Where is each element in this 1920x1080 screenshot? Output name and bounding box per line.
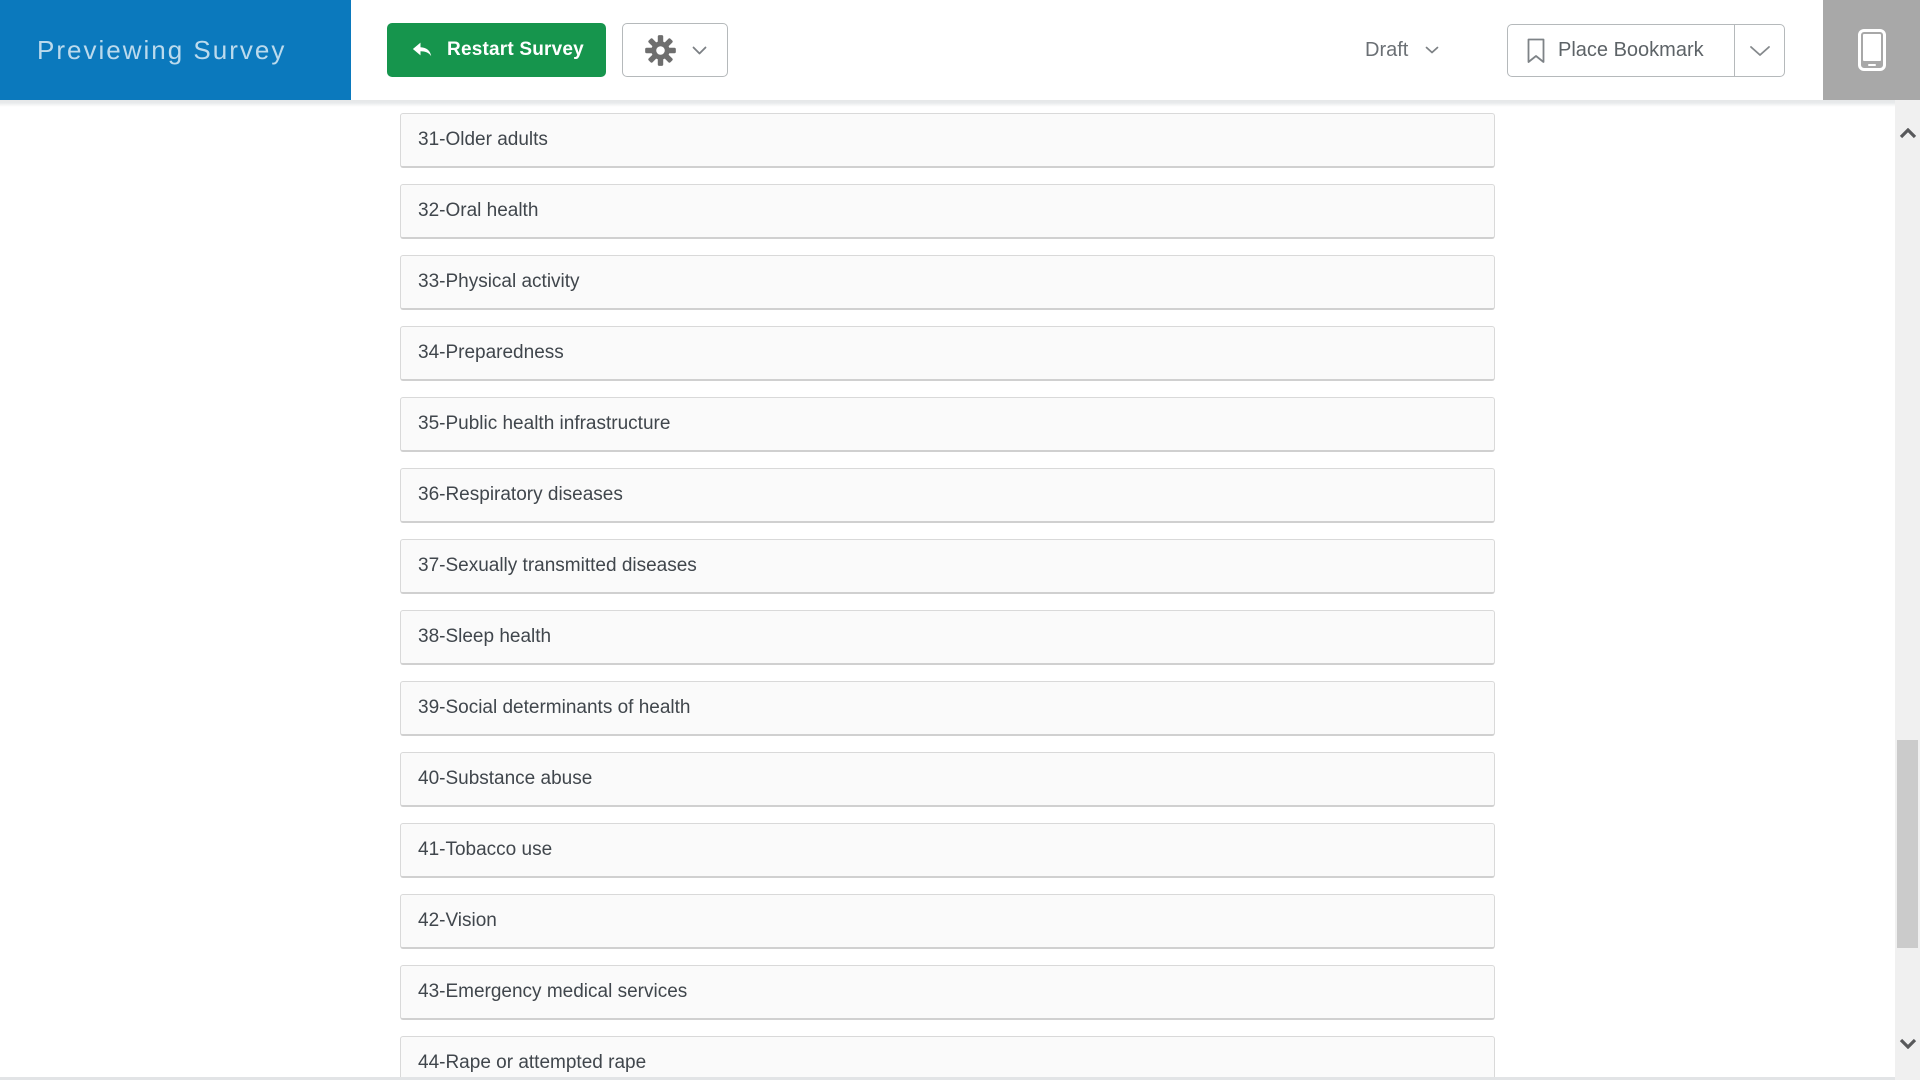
previewing-survey-label: Previewing Survey [37, 35, 287, 65]
toolbar-shadow [0, 100, 1920, 107]
choice-label: 37-Sexually transmitted diseases [418, 555, 697, 576]
place-bookmark-button[interactable]: Place Bookmark [1508, 25, 1734, 76]
scrollbar[interactable] [1895, 100, 1920, 1080]
choice-item[interactable]: 35-Public health infrastructure [400, 397, 1495, 452]
bookmark-icon [1527, 38, 1545, 63]
choice-label: 41-Tobacco use [418, 839, 553, 860]
choice-label: 43-Emergency medical services [418, 981, 688, 1002]
scroll-up-button[interactable] [1895, 118, 1920, 148]
choice-item[interactable]: 37-Sexually transmitted diseases [400, 539, 1495, 594]
choice-label: 31-Older adults [418, 129, 548, 150]
choice-label: 39-Social determinants of health [418, 697, 691, 718]
mobile-preview-toggle[interactable] [1823, 0, 1920, 100]
settings-dropdown-button[interactable] [622, 23, 728, 77]
chevron-down-icon [1899, 1038, 1916, 1049]
scroll-down-button[interactable] [1895, 1028, 1920, 1058]
place-bookmark-label: Place Bookmark [1558, 39, 1704, 61]
chevron-up-icon [1899, 127, 1916, 138]
chevron-down-icon [1749, 45, 1770, 56]
choice-item[interactable]: 44-Rape or attempted rape [400, 1036, 1495, 1080]
choice-label: 42-Vision [418, 910, 497, 931]
choice-item[interactable]: 43-Emergency medical services [400, 965, 1495, 1020]
restart-survey-label: Restart Survey [447, 39, 584, 60]
previewing-survey-badge: Previewing Survey [0, 0, 351, 100]
choice-label: 32-Oral health [418, 200, 539, 221]
choice-label: 44-Rape or attempted rape [418, 1052, 647, 1073]
mobile-phone-icon [1857, 29, 1886, 71]
chevron-down-icon [692, 46, 706, 54]
choice-label: 40-Substance abuse [418, 768, 593, 789]
choice-item[interactable]: 39-Social determinants of health [400, 681, 1495, 736]
choice-item[interactable]: 32-Oral health [400, 184, 1495, 239]
chevron-down-icon [1425, 46, 1439, 54]
gear-icon [644, 34, 676, 66]
choice-item[interactable]: 33-Physical activity [400, 255, 1495, 310]
choice-list: 31-Older adults 32-Oral health 33-Physical… [400, 113, 1495, 1080]
undo-icon [412, 42, 432, 57]
choice-label: 38-Sleep health [418, 626, 552, 647]
scrollbar-thumb[interactable] [1897, 740, 1918, 948]
choice-label: 33-Physical activity [418, 271, 580, 292]
choice-item[interactable]: 34-Preparedness [400, 326, 1495, 381]
choice-item[interactable]: 36-Respiratory diseases [400, 468, 1495, 523]
draft-status-dropdown[interactable]: Draft [1365, 0, 1439, 100]
preview-toolbar: Previewing Survey Restart Survey Draft P… [0, 0, 1920, 100]
place-bookmark-split-button: Place Bookmark [1507, 24, 1785, 77]
choice-item[interactable]: 42-Vision [400, 894, 1495, 949]
restart-survey-button[interactable]: Restart Survey [387, 23, 606, 77]
choice-label: 34-Preparedness [418, 342, 564, 363]
survey-preview-window: Previewing Survey Restart Survey Draft P… [0, 0, 1920, 1080]
draft-status-label: Draft [1365, 38, 1409, 61]
choice-item[interactable]: 38-Sleep health [400, 610, 1495, 665]
choice-label: 36-Respiratory diseases [418, 484, 623, 505]
bookmark-dropdown-button[interactable] [1734, 25, 1784, 76]
choice-label: 35-Public health infrastructure [418, 413, 671, 434]
choice-item[interactable]: 41-Tobacco use [400, 823, 1495, 878]
choice-item[interactable]: 31-Older adults [400, 113, 1495, 168]
choice-item[interactable]: 40-Substance abuse [400, 752, 1495, 807]
